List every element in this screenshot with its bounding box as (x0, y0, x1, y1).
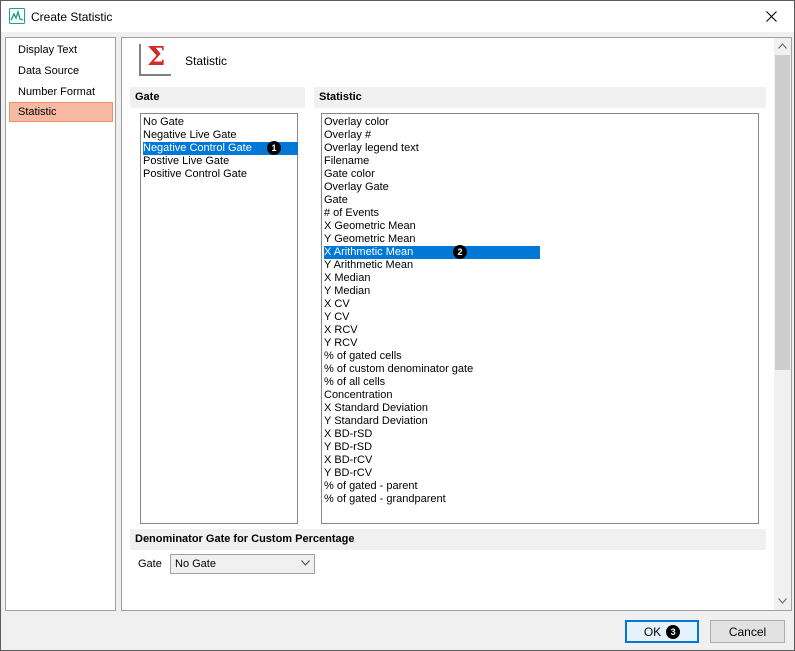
close-icon (765, 11, 777, 22)
nav-item-statistic[interactable]: Statistic (9, 102, 113, 122)
denominator-gate-dropdown[interactable]: No Gate (170, 554, 315, 574)
statistic-listbox[interactable]: Overlay color Overlay # Overlay legend tex… (321, 113, 759, 524)
statistic-item[interactable]: # of Events (324, 207, 379, 220)
callout-badge-1: 1 (267, 141, 281, 155)
statistic-item[interactable]: X RCV (324, 324, 358, 337)
callout-badge-2: 2 (453, 245, 467, 259)
statistic-item[interactable]: Overlay Gate (324, 181, 389, 194)
statistic-item[interactable]: X Median (324, 272, 370, 285)
chart-app-icon (9, 8, 25, 24)
statistic-item[interactable]: X Geometric Mean (324, 220, 416, 233)
statistic-item[interactable]: Overlay # (324, 129, 371, 142)
ok-button-label: OK (643, 624, 662, 639)
statistic-item[interactable]: Concentration (324, 389, 393, 402)
gate-item-label: Negative Control Gate (143, 142, 252, 154)
statistic-item[interactable]: Y BD-rCV (324, 467, 372, 480)
statistic-panel: Σ Statistic Gate No Gate Negative Live G… (121, 37, 792, 611)
chevron-down-icon (301, 560, 310, 566)
gate-item-negative-live[interactable]: Negative Live Gate (143, 129, 237, 142)
nav-item-data-source[interactable]: Data Source (9, 61, 113, 81)
statistic-section-header: Statistic (314, 87, 766, 108)
denominator-gate-label: Gate (138, 558, 162, 570)
title-bar: Create Statistic (1, 1, 794, 32)
category-nav: Display Text Data Source Number Format S… (5, 37, 116, 611)
statistic-item[interactable]: X BD-rSD (324, 428, 372, 441)
scrollbar-thumb[interactable] (775, 55, 790, 370)
ok-button[interactable]: OK 3 (625, 620, 699, 643)
statistic-item[interactable]: X CV (324, 298, 350, 311)
statistic-item[interactable]: Y Arithmetic Mean (324, 259, 413, 272)
close-button[interactable] (748, 1, 794, 32)
statistic-item[interactable]: Y Median (324, 285, 370, 298)
statistic-item[interactable]: Overlay color (324, 116, 389, 129)
gate-item-negative-control[interactable]: Negative Control Gate 1 (143, 141, 298, 155)
statistic-item[interactable]: Overlay legend text (324, 142, 419, 155)
statistic-item[interactable]: X BD-rCV (324, 454, 372, 467)
statistic-item[interactable]: % of gated - parent (324, 480, 418, 493)
gate-item-positive-control[interactable]: Positive Control Gate (143, 168, 247, 181)
create-statistic-dialog: Create Statistic Display Text Data Sourc… (0, 0, 795, 651)
window-title: Create Statistic (31, 10, 113, 24)
statistic-item[interactable]: % of custom denominator gate (324, 363, 473, 376)
gate-item-postive-live[interactable]: Postive Live Gate (143, 155, 229, 168)
statistic-item[interactable]: % of gated - grandparent (324, 493, 446, 506)
dropdown-value: No Gate (175, 558, 216, 570)
nav-item-display-text[interactable]: Display Text (9, 40, 113, 60)
statistic-item[interactable]: X Standard Deviation (324, 402, 428, 415)
callout-badge-3: 3 (666, 624, 681, 639)
statistic-item[interactable]: % of all cells (324, 376, 385, 389)
statistic-item[interactable]: X Arithmetic Mean 2 (324, 245, 540, 259)
gate-section-header: Gate (130, 87, 305, 108)
panel-title: Statistic (185, 54, 228, 68)
statistic-item[interactable]: Gate color (324, 168, 375, 181)
gate-listbox[interactable]: No Gate Negative Live Gate Negative Cont… (140, 113, 298, 524)
statistic-item[interactable]: Filename (324, 155, 369, 168)
statistic-item[interactable]: Y CV (324, 311, 349, 324)
scroll-down-icon[interactable] (778, 598, 787, 604)
statistic-item[interactable]: % of gated cells (324, 350, 402, 363)
statistic-item[interactable]: Y BD-rSD (324, 441, 372, 454)
statistic-item[interactable]: Y RCV (324, 337, 357, 350)
nav-item-number-format[interactable]: Number Format (9, 82, 113, 102)
denominator-section-header: Denominator Gate for Custom Percentage (130, 529, 766, 550)
statistic-item-label: X Arithmetic Mean (324, 246, 414, 258)
statistic-item[interactable]: Gate (324, 194, 348, 207)
cancel-button[interactable]: Cancel (710, 620, 785, 643)
sigma-icon: Σ (139, 42, 171, 76)
statistic-item[interactable]: Y Geometric Mean (324, 233, 416, 246)
scroll-up-icon[interactable] (778, 43, 787, 49)
panel-vertical-scrollbar[interactable] (774, 38, 791, 610)
statistic-item[interactable]: Y Standard Deviation (324, 415, 428, 428)
gate-item-no-gate[interactable]: No Gate (143, 116, 184, 129)
